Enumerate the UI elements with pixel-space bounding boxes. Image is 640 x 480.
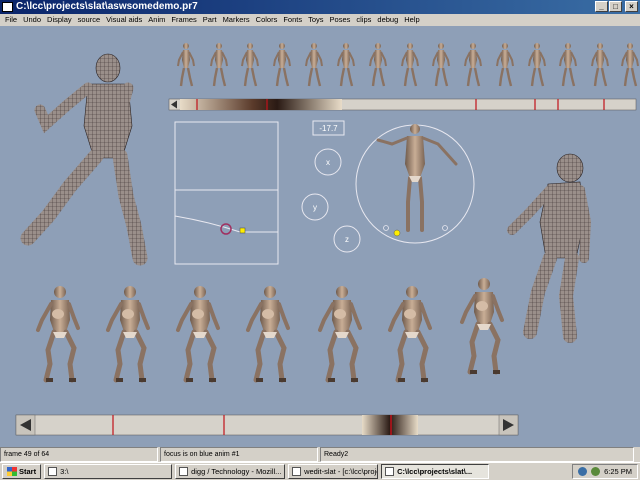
keyframe-strip[interactable] — [176, 41, 640, 88]
wireframe-figure-right[interactable] — [507, 153, 592, 343]
rotation-readout[interactable]: -17.7 — [312, 120, 345, 136]
close-button[interactable]: × — [625, 1, 638, 12]
axis-z-label: z — [345, 235, 349, 244]
axis-x-label: x — [326, 158, 330, 167]
speaker-icon[interactable] — [591, 467, 601, 476]
axis-z-dial[interactable]: z — [333, 225, 361, 253]
menu-toys[interactable]: Toys — [305, 14, 326, 26]
status-frame: frame 49 of 64 — [0, 447, 158, 462]
menu-colors[interactable]: Colors — [253, 14, 281, 26]
minimize-button[interactable]: _ — [595, 1, 608, 12]
menu-markers[interactable]: Markers — [220, 14, 253, 26]
window-title: C:\lcc\projects\slat\aswsomedemo.pr7 — [16, 1, 198, 12]
bottom-timeline[interactable] — [15, 414, 519, 436]
network-icon[interactable] — [578, 467, 588, 476]
title-bar: C:\lcc\projects\slat\aswsomedemo.pr7 _ □… — [0, 0, 640, 14]
taskbar: Start 3:\ digg / Technology - Mozill... … — [0, 462, 640, 480]
menu-undo[interactable]: Undo — [20, 14, 44, 26]
rotation-value: -17.7 — [319, 124, 338, 133]
app-icon — [2, 2, 13, 12]
menu-fonts[interactable]: Fonts — [280, 14, 305, 26]
menu-help[interactable]: Help — [401, 14, 422, 26]
start-button[interactable]: Start — [2, 464, 42, 479]
curve-editor[interactable] — [174, 121, 279, 265]
menu-bar: File Undo Display source Visual aids Ani… — [0, 14, 640, 26]
folder-icon — [48, 467, 58, 476]
axis-y-label: y — [313, 203, 317, 212]
editor-icon — [292, 467, 302, 476]
pose-preview[interactable] — [355, 124, 475, 244]
windows-logo-icon — [7, 467, 17, 476]
task-button-browser[interactable]: digg / Technology - Mozill... — [175, 464, 286, 479]
menu-anim[interactable]: Anim — [145, 14, 168, 26]
menu-visual-aids[interactable]: Visual aids — [103, 14, 145, 26]
curve-key-handle[interactable] — [239, 227, 246, 234]
axis-y-dial[interactable]: y — [301, 193, 329, 221]
top-timeline[interactable] — [168, 98, 637, 111]
task-button-slat[interactable]: C:\lcc\projects\slat\... — [381, 464, 490, 479]
pose-handle[interactable] — [393, 229, 401, 237]
task-button-wedit[interactable]: wedit-slat - [c:\lcc\project... — [288, 464, 379, 479]
animation-frames-row[interactable] — [38, 278, 502, 382]
menu-part[interactable]: Part — [200, 14, 220, 26]
menu-display[interactable]: Display — [44, 14, 75, 26]
timeline-playhead[interactable] — [362, 415, 418, 435]
system-tray: 6:25 PM — [572, 464, 638, 479]
menu-source[interactable]: source — [75, 14, 104, 26]
app-window-icon — [385, 467, 395, 476]
maximize-button[interactable]: □ — [609, 1, 622, 12]
clock[interactable]: 6:25 PM — [604, 467, 632, 476]
status-focus: focus is on blue anim #1 — [160, 447, 318, 462]
menu-poses[interactable]: Poses — [327, 14, 354, 26]
animation-workspace[interactable]: -17.7 x y z — [0, 26, 640, 446]
task-button-folder[interactable]: 3:\ — [44, 464, 173, 479]
menu-file[interactable]: File — [2, 14, 20, 26]
axis-x-dial[interactable]: x — [314, 148, 342, 176]
menu-debug[interactable]: debug — [374, 14, 401, 26]
menu-frames[interactable]: Frames — [168, 14, 199, 26]
wireframe-figure-left[interactable] — [20, 53, 148, 266]
menu-clips[interactable]: clips — [353, 14, 374, 26]
browser-icon — [179, 467, 189, 476]
status-ready: Ready2 — [320, 447, 634, 462]
status-bar: frame 49 of 64 focus is on blue anim #1 … — [0, 447, 640, 462]
